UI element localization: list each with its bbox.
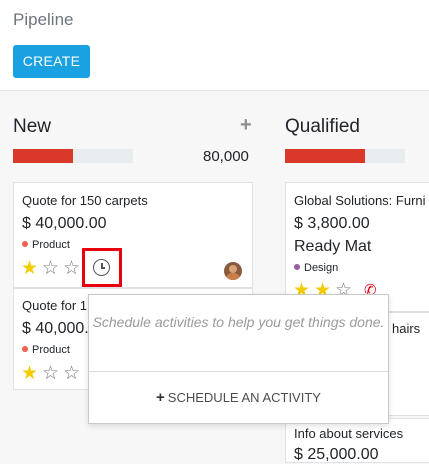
card-price: $ 40,000.00 — [22, 215, 107, 232]
card-price: $ 40,000. — [22, 320, 89, 337]
star-icon[interactable]: ☆ — [42, 259, 59, 278]
card-title: Global Solutions: Furni — [294, 193, 426, 208]
column-amount-new: 80,000 — [203, 148, 249, 165]
card-title: hairs — [392, 321, 421, 336]
avatar-head — [229, 265, 237, 273]
tag-label: Product — [32, 239, 70, 251]
schedule-activity-label: SCHEDULE AN ACTIVITY — [167, 390, 321, 405]
column-progress-new[interactable] — [13, 149, 133, 163]
tag-color-dot — [22, 241, 28, 247]
avatar-body — [226, 273, 240, 280]
card-title: Quote for 150 carpets — [22, 193, 148, 208]
control-panel: Pipeline CREATE — [0, 0, 429, 91]
breadcrumb[interactable]: Pipeline — [13, 10, 74, 30]
clock-hand — [101, 267, 105, 269]
star-icon[interactable]: ★ — [21, 364, 38, 383]
column-title-qualified[interactable]: Qualified — [285, 116, 360, 138]
card-price: $ 25,000.00 — [294, 446, 379, 463]
card-title: Quote for 1 — [22, 298, 88, 313]
column-title-new[interactable]: New — [13, 116, 51, 138]
activity-clock-button[interactable] — [82, 248, 122, 287]
card-subtitle: Ready Mat — [294, 238, 372, 255]
card-price: $ 3,800.00 — [294, 215, 370, 232]
plus-icon: + — [156, 389, 165, 406]
clock-icon — [93, 259, 110, 276]
star-icon[interactable]: ☆ — [63, 364, 80, 383]
avatar[interactable] — [224, 262, 242, 280]
progress-fill — [13, 149, 73, 163]
tag-label: Product — [32, 344, 70, 356]
tag-product: Product — [22, 239, 70, 251]
column-progress-qualified[interactable] — [285, 149, 405, 163]
star-icon[interactable]: ☆ — [42, 364, 59, 383]
tag-label: Design — [304, 262, 339, 274]
activity-popover: Schedule activities to help you get thin… — [88, 294, 389, 424]
create-button[interactable]: CREATE — [13, 45, 90, 78]
tag-color-dot — [294, 264, 300, 270]
tag-design: Design — [294, 262, 338, 274]
tag-product: Product — [22, 344, 70, 356]
tag-color-dot — [22, 346, 28, 352]
popover-message: Schedule activities to help you get thin… — [92, 314, 385, 330]
schedule-activity-button[interactable]: + SCHEDULE AN ACTIVITY — [89, 372, 388, 423]
card-title: Info about services — [294, 426, 404, 441]
plus-icon[interactable]: + — [240, 114, 252, 137]
star-icon[interactable]: ☆ — [63, 259, 80, 278]
progress-fill — [285, 149, 366, 163]
star-icon[interactable]: ★ — [21, 259, 38, 278]
